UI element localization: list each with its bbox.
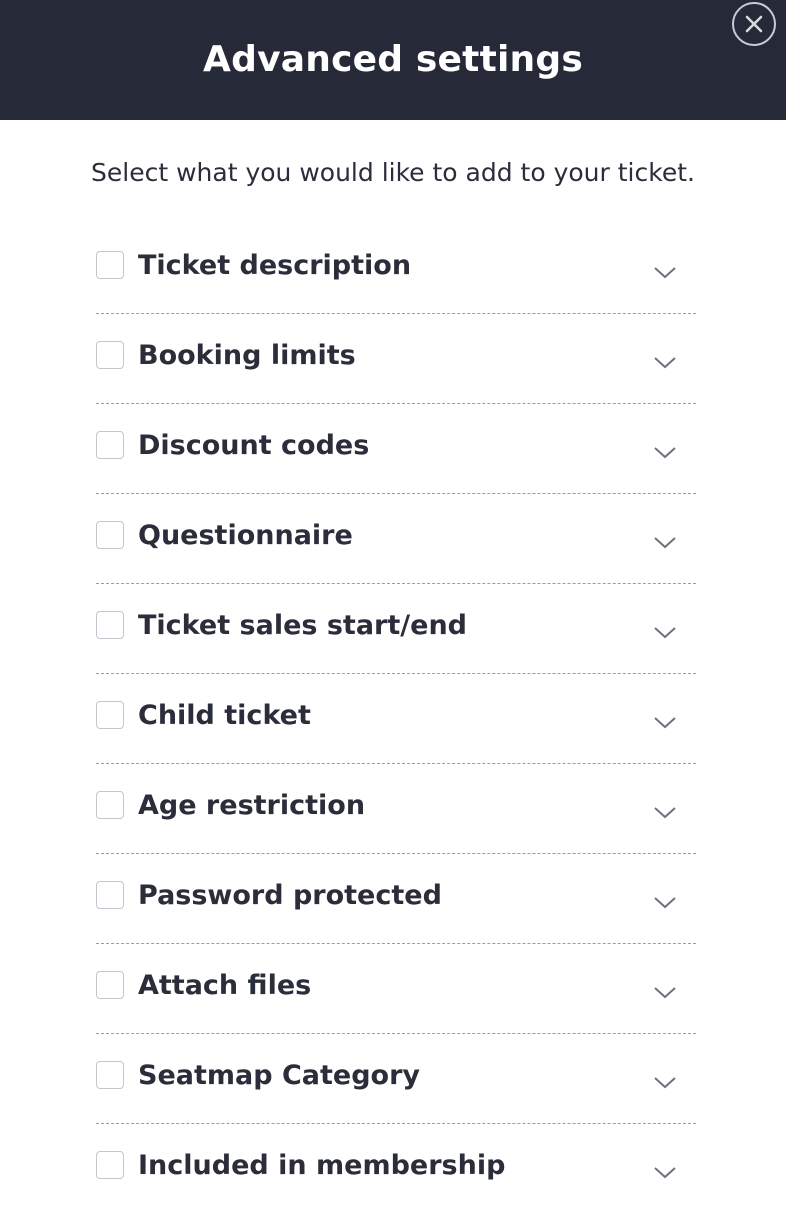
option-row-ticket-sales-start-end[interactable]: Ticket sales start/end [96, 584, 696, 674]
option-row-password-protected[interactable]: Password protected [96, 854, 696, 944]
checkbox[interactable] [96, 1061, 124, 1089]
checkbox[interactable] [96, 341, 124, 369]
checkbox[interactable] [96, 881, 124, 909]
checkbox[interactable] [96, 431, 124, 459]
option-label: Ticket sales start/end [138, 610, 467, 641]
checkbox[interactable] [96, 1151, 124, 1179]
modal-title: Advanced settings [203, 38, 583, 80]
option-row-questionnaire[interactable]: Questionnaire [96, 494, 696, 584]
option-label: Questionnaire [138, 520, 353, 551]
checkbox[interactable] [96, 971, 124, 999]
close-icon [745, 15, 763, 33]
option-row-child-ticket[interactable]: Child ticket [96, 674, 696, 764]
chevron-down-icon[interactable] [652, 534, 678, 550]
option-label: Attach files [138, 970, 312, 1001]
option-label: Age restriction [138, 790, 366, 821]
option-row-seatmap-category[interactable]: Seatmap Category [96, 1034, 696, 1124]
checkbox[interactable] [96, 791, 124, 819]
option-list: Ticket description Booking limits Discou… [96, 224, 696, 1214]
chevron-down-icon[interactable] [652, 354, 678, 370]
chevron-down-icon[interactable] [652, 444, 678, 460]
option-label: Included in membership [138, 1150, 506, 1181]
option-row-ticket-description[interactable]: Ticket description [96, 224, 696, 314]
intro-text: Select what you would like to add to you… [91, 158, 695, 187]
modal-header: Advanced settings [0, 0, 786, 120]
close-button[interactable] [732, 2, 776, 46]
checkbox[interactable] [96, 611, 124, 639]
chevron-down-icon[interactable] [652, 984, 678, 1000]
option-label: Ticket description [138, 250, 412, 281]
option-row-included-in-membership[interactable]: Included in membership [96, 1124, 696, 1214]
chevron-down-icon[interactable] [652, 804, 678, 820]
chevron-down-icon[interactable] [652, 624, 678, 640]
option-row-attach-files[interactable]: Attach files [96, 944, 696, 1034]
chevron-down-icon[interactable] [652, 1164, 678, 1180]
chevron-down-icon[interactable] [652, 714, 678, 730]
option-row-age-restriction[interactable]: Age restriction [96, 764, 696, 854]
checkbox[interactable] [96, 521, 124, 549]
option-label: Discount codes [138, 430, 370, 461]
option-label: Password protected [138, 880, 442, 911]
checkbox[interactable] [96, 251, 124, 279]
option-row-discount-codes[interactable]: Discount codes [96, 404, 696, 494]
chevron-down-icon[interactable] [652, 264, 678, 280]
option-label: Seatmap Category [138, 1060, 421, 1091]
option-label: Booking limits [138, 340, 356, 371]
chevron-down-icon[interactable] [652, 894, 678, 910]
checkbox[interactable] [96, 701, 124, 729]
chevron-down-icon[interactable] [652, 1074, 678, 1090]
option-label: Child ticket [138, 700, 311, 731]
option-row-booking-limits[interactable]: Booking limits [96, 314, 696, 404]
